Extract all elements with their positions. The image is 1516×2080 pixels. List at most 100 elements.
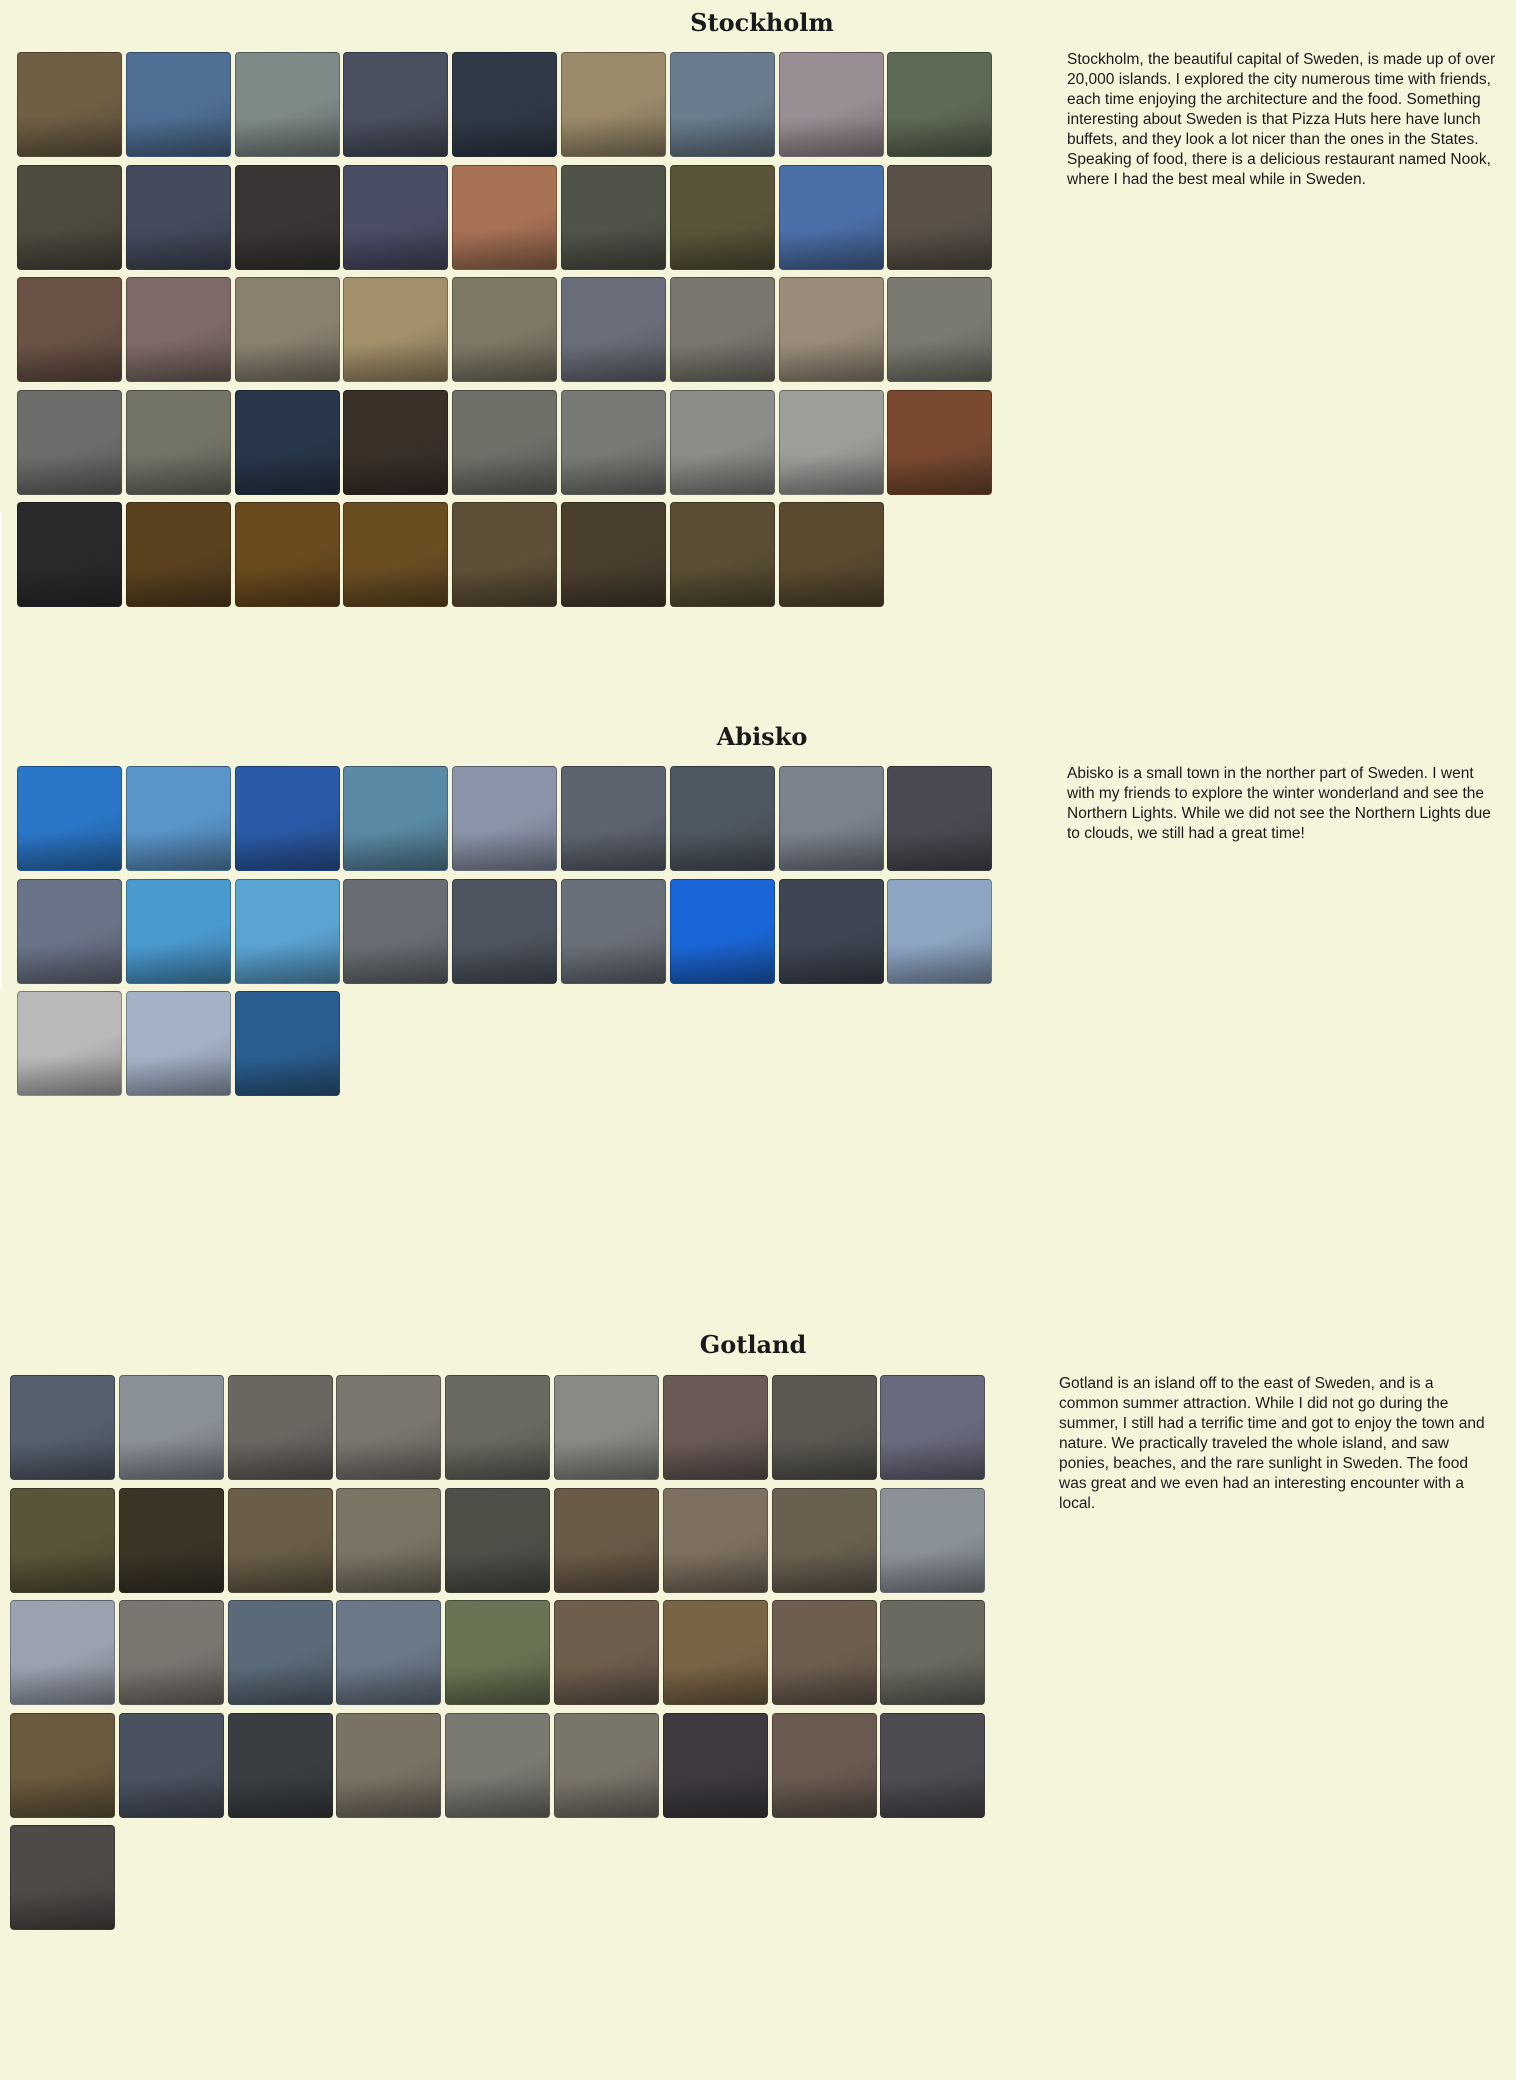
photo-thumbnail[interactable] [343, 164, 449, 270]
photo-thumbnail[interactable] [17, 164, 122, 270]
photo-thumbnail[interactable] [445, 1712, 551, 1818]
photo-thumbnail[interactable] [560, 389, 666, 495]
photo-thumbnail[interactable] [118, 1712, 224, 1818]
photo-thumbnail[interactable] [771, 1375, 877, 1480]
photo-thumbnail[interactable] [452, 878, 558, 984]
photo-thumbnail[interactable] [17, 878, 122, 984]
photo-thumbnail[interactable] [887, 52, 993, 157]
photo-thumbnail[interactable] [560, 878, 666, 984]
photo-thumbnail[interactable] [669, 52, 775, 157]
photo-thumbnail[interactable] [234, 991, 340, 1096]
photo-thumbnail[interactable] [778, 52, 884, 157]
photo-thumbnail[interactable] [662, 1487, 768, 1593]
photo-thumbnail[interactable] [669, 164, 775, 270]
photo-thumbnail[interactable] [778, 277, 884, 382]
photo-thumbnail[interactable] [10, 1487, 115, 1593]
photo-thumbnail[interactable] [125, 52, 231, 157]
photo-thumbnail[interactable] [234, 52, 340, 157]
photo-thumbnail[interactable] [234, 164, 340, 270]
photo-thumbnail[interactable] [553, 1375, 659, 1480]
photo-thumbnail[interactable] [452, 52, 558, 157]
photo-thumbnail[interactable] [10, 1712, 115, 1818]
photo-thumbnail[interactable] [553, 1712, 659, 1818]
photo-thumbnail[interactable] [560, 164, 666, 270]
photo-thumbnail[interactable] [669, 277, 775, 382]
photo-thumbnail[interactable] [125, 878, 231, 984]
photo-thumbnail[interactable] [887, 277, 993, 382]
photo-thumbnail[interactable] [771, 1712, 877, 1818]
photo-thumbnail[interactable] [560, 502, 666, 607]
photo-thumbnail[interactable] [343, 766, 449, 871]
photo-thumbnail[interactable] [343, 878, 449, 984]
photo-thumbnail[interactable] [445, 1487, 551, 1593]
photo-thumbnail[interactable] [669, 766, 775, 871]
photo-thumbnail[interactable] [336, 1375, 442, 1480]
photo-thumbnail[interactable] [880, 1487, 986, 1593]
photo-thumbnail[interactable] [887, 389, 993, 495]
photo-thumbnail[interactable] [234, 277, 340, 382]
photo-thumbnail[interactable] [553, 1487, 659, 1593]
photo-thumbnail[interactable] [771, 1487, 877, 1593]
photo-thumbnail[interactable] [452, 502, 558, 607]
photo-thumbnail[interactable] [778, 164, 884, 270]
photo-thumbnail[interactable] [227, 1487, 333, 1593]
photo-thumbnail[interactable] [778, 766, 884, 871]
photo-thumbnail[interactable] [560, 277, 666, 382]
photo-thumbnail[interactable] [234, 389, 340, 495]
photo-thumbnail[interactable] [10, 1375, 115, 1480]
photo-thumbnail[interactable] [445, 1375, 551, 1480]
photo-thumbnail[interactable] [778, 878, 884, 984]
photo-thumbnail[interactable] [17, 389, 122, 495]
photo-thumbnail[interactable] [778, 502, 884, 607]
photo-thumbnail[interactable] [560, 766, 666, 871]
photo-thumbnail[interactable] [662, 1375, 768, 1480]
photo-thumbnail[interactable] [17, 991, 122, 1096]
photo-thumbnail[interactable] [880, 1600, 986, 1705]
photo-thumbnail[interactable] [10, 1600, 115, 1705]
photo-thumbnail[interactable] [234, 766, 340, 871]
photo-thumbnail[interactable] [669, 878, 775, 984]
photo-thumbnail[interactable] [234, 878, 340, 984]
photo-thumbnail[interactable] [336, 1487, 442, 1593]
photo-thumbnail[interactable] [125, 389, 231, 495]
photo-thumbnail[interactable] [125, 164, 231, 270]
photo-thumbnail[interactable] [17, 52, 122, 157]
photo-thumbnail[interactable] [17, 502, 122, 607]
photo-thumbnail[interactable] [452, 389, 558, 495]
photo-thumbnail[interactable] [125, 766, 231, 871]
photo-thumbnail[interactable] [125, 991, 231, 1096]
photo-thumbnail[interactable] [227, 1375, 333, 1480]
photo-thumbnail[interactable] [234, 502, 340, 607]
photo-thumbnail[interactable] [343, 389, 449, 495]
photo-thumbnail[interactable] [771, 1600, 877, 1705]
photo-thumbnail[interactable] [553, 1600, 659, 1705]
photo-thumbnail[interactable] [125, 502, 231, 607]
photo-thumbnail[interactable] [887, 878, 993, 984]
photo-thumbnail[interactable] [343, 52, 449, 157]
photo-thumbnail[interactable] [887, 766, 993, 871]
photo-thumbnail[interactable] [10, 1825, 115, 1930]
photo-thumbnail[interactable] [662, 1600, 768, 1705]
photo-thumbnail[interactable] [778, 389, 884, 495]
photo-thumbnail[interactable] [343, 277, 449, 382]
photo-thumbnail[interactable] [17, 766, 122, 871]
photo-thumbnail[interactable] [227, 1600, 333, 1705]
photo-thumbnail[interactable] [227, 1712, 333, 1818]
photo-thumbnail[interactable] [118, 1487, 224, 1593]
photo-thumbnail[interactable] [887, 164, 993, 270]
photo-thumbnail[interactable] [452, 766, 558, 871]
photo-thumbnail[interactable] [452, 277, 558, 382]
photo-thumbnail[interactable] [669, 502, 775, 607]
photo-thumbnail[interactable] [662, 1712, 768, 1818]
photo-thumbnail[interactable] [880, 1712, 986, 1818]
photo-thumbnail[interactable] [452, 164, 558, 270]
photo-thumbnail[interactable] [880, 1375, 986, 1480]
photo-thumbnail[interactable] [336, 1600, 442, 1705]
photo-thumbnail[interactable] [445, 1600, 551, 1705]
photo-thumbnail[interactable] [669, 389, 775, 495]
photo-thumbnail[interactable] [125, 277, 231, 382]
photo-thumbnail[interactable] [343, 502, 449, 607]
photo-thumbnail[interactable] [118, 1375, 224, 1480]
photo-thumbnail[interactable] [336, 1712, 442, 1818]
photo-thumbnail[interactable] [560, 52, 666, 157]
